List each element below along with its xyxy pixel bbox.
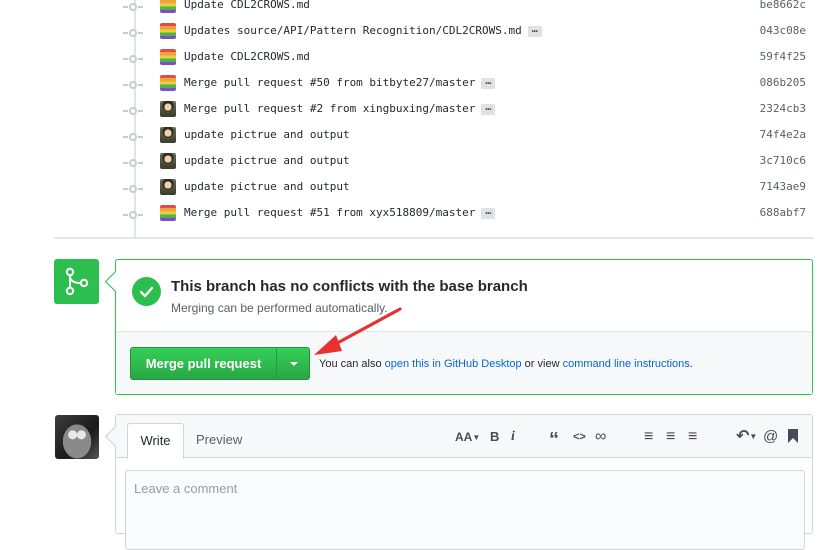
commit-sha[interactable]: 2324cb3 [760, 102, 806, 115]
commit-node-icon [123, 3, 143, 11]
commit-row: Merge pull request #2 from xingbuxing/ma… [0, 99, 832, 125]
merge-help-suffix: . [689, 358, 693, 370]
command-line-instructions-link[interactable]: command line instructions [563, 358, 690, 370]
commit-author-avatar[interactable] [160, 75, 176, 91]
commit-row: Merge pull request #51 from xyx518809/ma… [0, 203, 832, 229]
commit-row: Update CDL2CROWS.md be8662c [0, 0, 832, 21]
timeline-divider [54, 237, 814, 239]
commit-author-avatar[interactable] [160, 127, 176, 143]
commit-sha[interactable]: 086b205 [760, 76, 806, 89]
git-merge-icon [54, 259, 99, 304]
commit-message[interactable]: Updates source/API/Pattern Recognition/C… [184, 24, 542, 37]
commit-author-avatar[interactable] [160, 153, 176, 169]
comment-textarea[interactable]: Leave a comment [125, 470, 805, 550]
merge-help-text: You can also open this in GitHub Desktop… [319, 358, 693, 370]
commit-node-icon [123, 81, 143, 89]
user-avatar[interactable] [55, 415, 99, 459]
merge-status-box: This branch has no conflicts with the ba… [115, 259, 813, 395]
commit-message[interactable]: update pictrue and output [184, 154, 350, 167]
check-icon [132, 277, 161, 306]
commit-author-avatar[interactable] [160, 179, 176, 195]
commit-sha[interactable]: 7143ae9 [760, 180, 806, 193]
commit-sha[interactable]: 043c08e [760, 24, 806, 37]
commit-row: update pictrue and output 3c710c6 [0, 151, 832, 177]
commit-message[interactable]: Update CDL2CROWS.md [184, 50, 310, 63]
commit-author-avatar[interactable] [160, 49, 176, 65]
commit-row: Update CDL2CROWS.md 59f4f25 [0, 47, 832, 73]
reply-icon[interactable]: ↶▼ [736, 428, 757, 446]
commit-node-icon [123, 55, 143, 63]
link-icon[interactable]: ∞ [595, 428, 606, 446]
commit-sha[interactable]: 74f4e2a [760, 128, 806, 141]
commit-author-avatar[interactable] [160, 0, 176, 13]
commit-node-icon [123, 211, 143, 219]
task-list-icon[interactable]: ≡ [688, 428, 697, 446]
merge-status-subtitle: Merging can be performed automatically. [171, 301, 388, 315]
commit-row: Merge pull request #50 from bitbyte27/ma… [0, 73, 832, 99]
commit-sha[interactable]: 3c710c6 [760, 154, 806, 167]
commit-message[interactable]: Merge pull request #51 from xyx518809/ma… [184, 206, 496, 219]
commit-message-text[interactable]: update pictrue and output [184, 128, 350, 141]
commit-author-avatar[interactable] [160, 205, 176, 221]
commit-message-text[interactable]: update pictrue and output [184, 154, 350, 167]
commit-message-text[interactable]: update pictrue and output [184, 180, 350, 193]
code-icon[interactable]: <> [573, 428, 586, 446]
commit-message-text[interactable]: Merge pull request #2 from xingbuxing/ma… [184, 102, 475, 115]
bookmark-icon[interactable] [787, 428, 799, 446]
merge-action-area: Merge pull request You can also open thi… [116, 332, 812, 394]
mention-icon[interactable]: @ [763, 428, 778, 446]
commit-message-text[interactable]: Updates source/API/Pattern Recognition/C… [184, 24, 522, 37]
heading-icon[interactable]: AA▼ [455, 428, 480, 446]
commit-message[interactable]: update pictrue and output [184, 180, 350, 193]
merge-pull-request-button[interactable]: Merge pull request [130, 347, 276, 380]
merge-method-dropdown-button[interactable] [276, 347, 310, 380]
tab-write[interactable]: Write [127, 423, 184, 459]
commit-node-icon [123, 159, 143, 167]
quote-icon[interactable]: “ [549, 428, 559, 451]
commit-sha[interactable]: be8662c [760, 0, 806, 11]
expand-commit-button[interactable]: … [481, 206, 496, 219]
commit-message[interactable]: update pictrue and output [184, 128, 350, 141]
comment-composer: Write Preview AA▼ B i “ <> ∞ ≡ ≡ ≡ ↶▼ @ … [115, 414, 813, 550]
numbered-list-icon[interactable]: ≡ [666, 428, 675, 446]
commit-sha[interactable]: 688abf7 [760, 206, 806, 219]
bullet-list-icon[interactable]: ≡ [644, 428, 653, 446]
commit-sha[interactable]: 59f4f25 [760, 50, 806, 63]
commit-node-icon [123, 107, 143, 115]
commit-row: Updates source/API/Pattern Recognition/C… [0, 21, 832, 47]
merge-help-prefix: You can also [319, 358, 385, 370]
expand-commit-button[interactable]: … [527, 24, 542, 37]
merge-status-title: This branch has no conflicts with the ba… [171, 278, 528, 295]
commit-author-avatar[interactable] [160, 101, 176, 117]
commit-node-icon [123, 185, 143, 193]
expand-commit-button[interactable]: … [481, 102, 496, 115]
commit-message-text[interactable]: Merge pull request #50 from bitbyte27/ma… [184, 76, 475, 89]
merge-help-middle: or view [521, 358, 563, 370]
commit-row: update pictrue and output 74f4e2a [0, 125, 832, 151]
commit-message-text[interactable]: Update CDL2CROWS.md [184, 50, 310, 63]
commit-row: update pictrue and output 7143ae9 [0, 177, 832, 203]
reply-glyph: ↶ [736, 428, 750, 446]
tab-preview[interactable]: Preview [196, 423, 242, 459]
expand-commit-button[interactable]: … [481, 76, 496, 89]
commit-node-icon [123, 133, 143, 141]
open-github-desktop-link[interactable]: open this in GitHub Desktop [385, 358, 522, 370]
commit-message-text[interactable]: Merge pull request #51 from xyx518809/ma… [184, 206, 475, 219]
commit-message-text[interactable]: Update CDL2CROWS.md [184, 0, 310, 11]
bold-icon[interactable]: B [490, 428, 499, 446]
commit-message[interactable]: Merge pull request #50 from bitbyte27/ma… [184, 76, 496, 89]
commit-author-avatar[interactable] [160, 23, 176, 39]
heading-label: AA [455, 430, 473, 444]
commit-message[interactable]: Update CDL2CROWS.md [184, 0, 310, 11]
commit-message[interactable]: Merge pull request #2 from xingbuxing/ma… [184, 102, 496, 115]
comment-toolbar: Write Preview AA▼ B i “ <> ∞ ≡ ≡ ≡ ↶▼ @ [116, 415, 812, 459]
commit-node-icon [123, 29, 143, 37]
italic-icon[interactable]: i [511, 428, 515, 446]
